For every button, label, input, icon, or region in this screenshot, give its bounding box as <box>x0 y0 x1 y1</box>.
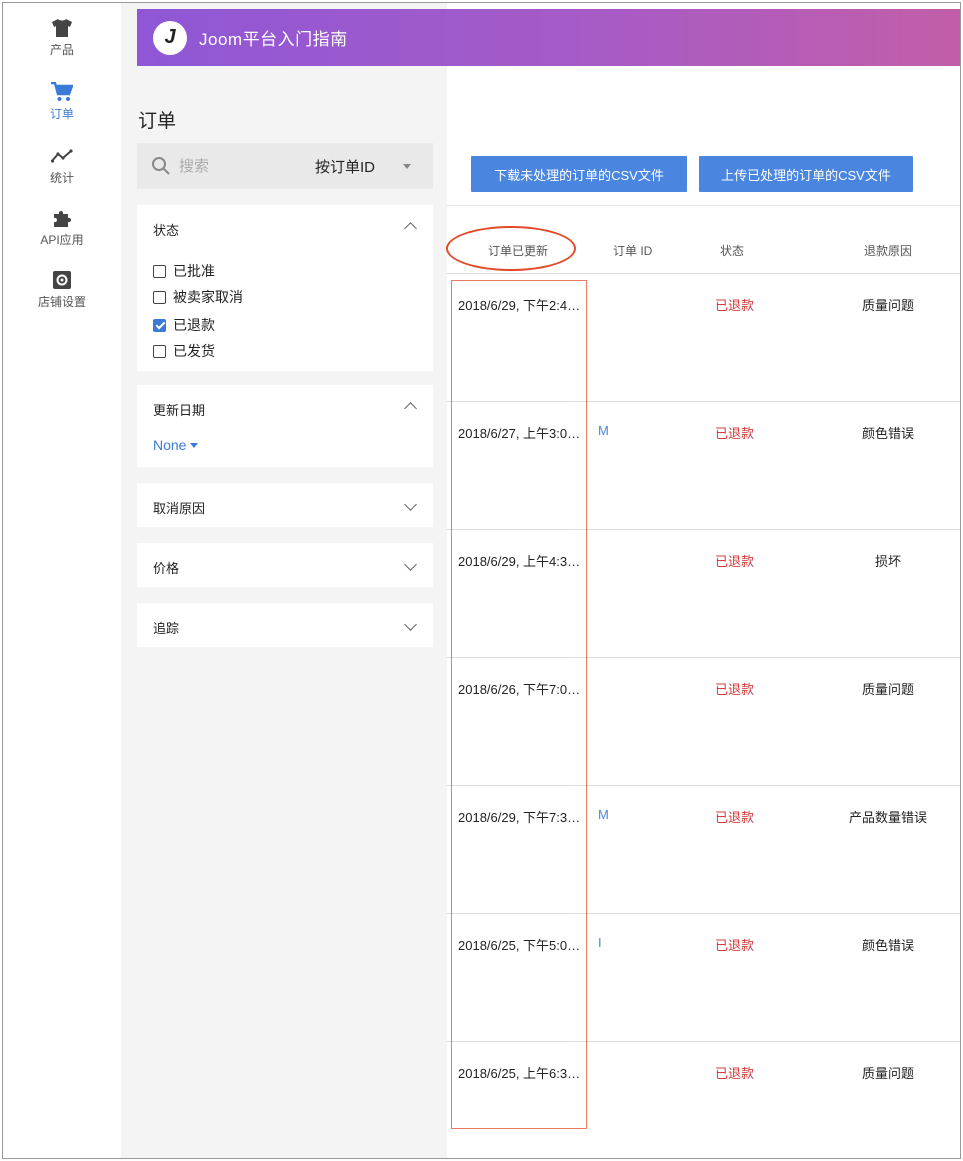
search-input[interactable] <box>179 157 289 175</box>
tshirt-icon <box>51 17 73 39</box>
filter-cancel-reason[interactable]: 取消原因 <box>137 483 433 527</box>
col-header-refund-reason[interactable]: 退款原因 <box>864 242 912 259</box>
col-header-status[interactable]: 状态 <box>720 242 744 259</box>
nav-label: 店铺设置 <box>37 295 86 309</box>
date-dropdown[interactable]: None <box>153 437 199 453</box>
cell-order-id[interactable]: M <box>598 423 609 438</box>
left-nav: 产品 订单 统计 API应用 店铺设置 <box>3 3 121 1158</box>
filter-title: 追踪 <box>153 621 180 636</box>
cell-status: 已退款 <box>715 810 755 825</box>
cell-order-id[interactable]: I <box>598 935 602 950</box>
filter-update-date: 更新日期 None <box>137 385 433 467</box>
search-icon <box>152 157 170 175</box>
nav-label: 统计 <box>49 171 74 185</box>
annotation-ellipse <box>446 226 576 271</box>
cell-reason: 质量问题 <box>861 682 914 697</box>
cell-reason: 颜色错误 <box>861 426 914 441</box>
cell-reason: 质量问题 <box>861 298 914 313</box>
filter-title: 取消原因 <box>153 501 206 516</box>
cell-status: 已退款 <box>715 1066 755 1081</box>
top-header: J Joom平台入门指南 <box>137 9 960 66</box>
nav-item-stats[interactable]: 统计 <box>3 145 121 197</box>
cell-reason: 质量问题 <box>861 1066 914 1081</box>
page-title: 订单 <box>138 111 177 132</box>
cell-order-id[interactable]: M <box>598 807 609 822</box>
cell-reason: 颜色错误 <box>861 938 914 953</box>
search-by-select[interactable]: 按订单ID <box>315 156 375 177</box>
checkbox[interactable] <box>153 344 166 358</box>
nav-label: API应用 <box>40 233 84 247</box>
annotation-highlight-box <box>451 280 587 1129</box>
status-option-seller-cancelled[interactable]: 被卖家取消 <box>153 287 243 307</box>
puzzle-icon <box>51 207 73 229</box>
cell-reason: 损坏 <box>874 554 901 569</box>
nav-item-store-settings[interactable]: 店铺设置 <box>3 269 121 321</box>
upload-csv-button[interactable]: 上传已处理的订单的CSV文件 <box>699 156 913 192</box>
filter-title: 价格 <box>153 561 180 576</box>
status-option-shipped[interactable]: 已发货 <box>153 341 215 361</box>
status-option-refunded[interactable]: 已退款 <box>153 315 215 335</box>
chevron-down-icon[interactable] <box>404 558 417 571</box>
cell-status: 已退款 <box>715 426 755 441</box>
chevron-down-icon[interactable] <box>404 498 417 511</box>
header-title: Joom平台入门指南 <box>199 30 348 49</box>
option-label: 已发货 <box>173 343 215 359</box>
chevron-up-icon[interactable] <box>404 222 417 235</box>
logo-letter: J <box>164 26 176 48</box>
cell-status: 已退款 <box>715 938 755 953</box>
nav-item-products[interactable]: 产品 <box>3 17 121 69</box>
col-header-order-id[interactable]: 订单 ID <box>613 242 652 259</box>
divider <box>447 205 960 206</box>
download-csv-button[interactable]: 下载未处理的订单的CSV文件 <box>471 156 687 192</box>
chart-line-icon <box>51 145 73 167</box>
checkbox[interactable] <box>153 264 166 278</box>
chevron-down-icon[interactable] <box>404 618 417 631</box>
settings-icon <box>51 269 73 291</box>
checkbox[interactable] <box>153 290 166 304</box>
option-label: 已退款 <box>173 317 215 333</box>
nav-item-orders[interactable]: 订单 <box>3 81 121 133</box>
filter-title: 状态 <box>153 223 180 238</box>
cell-status: 已退款 <box>715 554 755 569</box>
cart-icon <box>51 81 73 103</box>
caret-down-icon <box>190 442 199 448</box>
filter-status: 状态 已批准 被卖家取消 已退款 已发货 <box>137 205 433 371</box>
nav-item-api[interactable]: API应用 <box>3 207 121 259</box>
joom-logo[interactable]: J <box>153 20 187 55</box>
filter-title: 更新日期 <box>153 403 206 418</box>
date-dropdown-value: None <box>153 437 187 453</box>
app-window: 产品 订单 统计 API应用 店铺设置 J Joom平台入门指南 订单 搜索 按… <box>2 2 961 1159</box>
filter-price[interactable]: 价格 <box>137 543 433 587</box>
search-bar: 按订单ID <box>137 143 433 189</box>
status-option-approved[interactable]: 已批准 <box>153 261 215 281</box>
cell-status: 已退款 <box>715 682 755 697</box>
chevron-up-icon[interactable] <box>404 402 417 415</box>
chevron-down-icon[interactable] <box>403 163 412 169</box>
nav-label: 订单 <box>49 107 74 121</box>
option-label: 被卖家取消 <box>173 289 243 305</box>
cell-status: 已退款 <box>715 298 755 313</box>
cell-reason: 产品数量错误 <box>848 810 927 825</box>
filter-tracking[interactable]: 追踪 <box>137 603 433 647</box>
option-label: 已批准 <box>173 263 215 279</box>
nav-label: 产品 <box>49 43 74 57</box>
checkbox-checked[interactable] <box>153 318 166 332</box>
